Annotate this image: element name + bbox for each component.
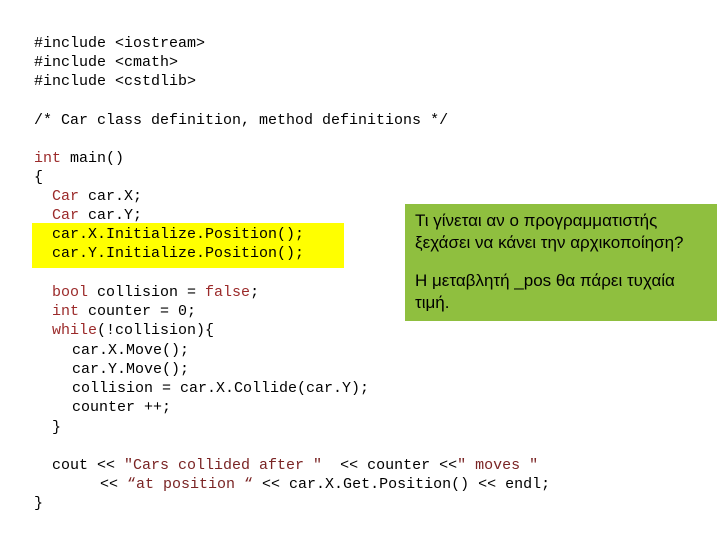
keyword: Car xyxy=(52,188,80,205)
code-text: << counter << xyxy=(322,457,458,474)
code-text: << car.X.Get.Position() << endl; xyxy=(253,476,551,493)
init-cary: car.Y.Initialize.Position(); xyxy=(52,245,305,262)
code-text: car.Y; xyxy=(79,207,143,224)
include-line-2: #include <cmath> xyxy=(34,53,178,72)
string-literal: "Cars collided after " xyxy=(124,457,323,474)
keyword: false xyxy=(205,284,251,301)
include-line-3: #include <cstdlib> xyxy=(34,72,196,91)
decl-collision: bool collision = false; xyxy=(52,283,259,302)
keyword: int xyxy=(34,150,62,167)
code-text: << xyxy=(100,476,128,493)
include-directive: #include xyxy=(34,54,107,71)
include-line-1: #include <iostream> xyxy=(34,34,205,53)
decl-counter: int counter = 0; xyxy=(52,302,196,321)
init-carx: car.X.Initialize.Position(); xyxy=(52,226,305,243)
while-line: while(!collision){ xyxy=(52,321,214,340)
keyword: bool xyxy=(52,284,89,301)
code-text: car.X; xyxy=(79,188,143,205)
code-text: collision = xyxy=(88,284,206,301)
code-text: ; xyxy=(250,284,260,301)
include-file: <cmath> xyxy=(115,54,179,71)
include-directive: #include xyxy=(34,73,107,90)
move-carx: car.X.Move(); xyxy=(72,342,190,359)
cout-line-2: << “at position “ << car.X.Get.Position(… xyxy=(100,475,550,494)
open-brace: { xyxy=(34,169,44,186)
string-literal: “at position “ xyxy=(127,476,254,493)
keyword: Car xyxy=(52,207,80,224)
code-text: (!collision){ xyxy=(97,322,215,339)
decl-carx: Car car.X; xyxy=(52,187,142,206)
callout-question: Τι γίνεται αν ο προγραμματιστής ξεχάσει … xyxy=(415,211,684,252)
increment-line: counter ++; xyxy=(72,399,172,416)
callout-box: Τι γίνεται αν ο προγραμματιστής ξεχάσει … xyxy=(405,204,717,321)
move-cary: car.Y.Move(); xyxy=(72,361,190,378)
string-literal: " moves " xyxy=(457,457,539,474)
code-text: cout << xyxy=(52,457,125,474)
comment-line: /* Car class definition, method definiti… xyxy=(34,112,449,129)
include-file: <iostream> xyxy=(115,35,206,52)
callout-answer: Η μεταβλητή _pos θα πάρει τυχαία τιμή. xyxy=(415,271,675,312)
close-brace-inner: } xyxy=(52,419,62,436)
include-file: <cstdlib> xyxy=(115,73,197,90)
keyword: int xyxy=(52,303,80,320)
keyword: while xyxy=(52,322,98,339)
include-directive: #include xyxy=(34,35,107,52)
code-text: counter = 0; xyxy=(79,303,197,320)
main-signature: int main() xyxy=(34,149,124,168)
close-brace-outer: } xyxy=(34,495,44,512)
collide-line: collision = car.X.Collide(car.Y); xyxy=(72,380,370,397)
cout-line-1: cout << "Cars collided after " << counte… xyxy=(52,456,538,475)
code-text: main() xyxy=(61,150,125,167)
